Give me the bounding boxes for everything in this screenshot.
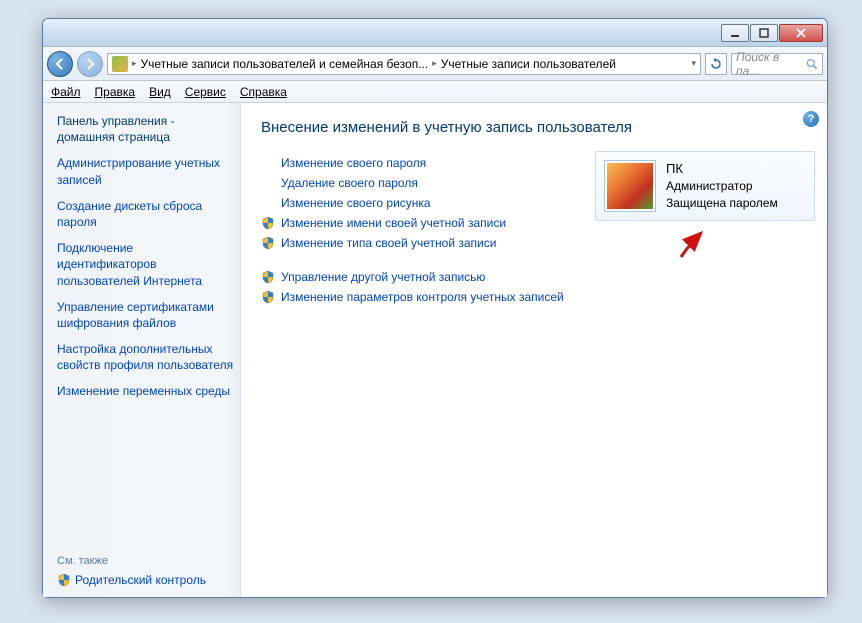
account-info: ПК Администратор Защищена паролем (666, 160, 778, 212)
titlebar (43, 19, 827, 47)
menu-bar: Файл Правка Вид Сервис Справка (43, 81, 827, 103)
avatar (604, 160, 656, 212)
sidebar-link[interactable]: Администрирование учетных записей (57, 155, 240, 187)
sidebar-link[interactable]: Создание дискеты сброса пароля (57, 198, 240, 230)
change-uac-settings-link[interactable]: Изменение параметров контроля учетных за… (281, 290, 564, 304)
help-button[interactable]: ? (803, 111, 819, 127)
main-panel: ? Внесение изменений в учетную запись по… (241, 103, 827, 597)
menu-file[interactable]: Файл (51, 85, 81, 99)
control-panel-home-link[interactable]: Панель управления - домашняя страница (57, 113, 240, 145)
parental-control-link[interactable]: Родительский контроль (57, 573, 240, 587)
search-input[interactable]: Поиск в па... (731, 53, 823, 75)
sidebar-link[interactable]: Настройка дополнительных свойств профиля… (57, 341, 240, 373)
shield-icon (261, 270, 275, 284)
shield-icon (261, 216, 275, 230)
avatar-image (607, 163, 653, 209)
page-title: Внесение изменений в учетную запись поль… (261, 119, 813, 136)
minimize-button[interactable] (721, 24, 749, 42)
navigation-bar: ▸ Учетные записи пользователей и семейна… (43, 47, 827, 81)
chevron-right-icon: ▸ (432, 58, 437, 69)
change-account-type-link[interactable]: Изменение типа своей учетной записи (281, 236, 496, 250)
maximize-button[interactable] (750, 24, 778, 42)
control-panel-window: ▸ Учетные записи пользователей и семейна… (42, 18, 828, 598)
sidebar-link[interactable]: Изменение переменных среды (57, 383, 240, 399)
account-role: Администратор (666, 178, 778, 195)
see-also-label: См. также (57, 555, 240, 567)
control-panel-icon (112, 56, 128, 72)
action-links-group-2: Управление другой учетной записью Измене… (261, 270, 813, 304)
refresh-button[interactable] (705, 53, 727, 75)
current-account-card[interactable]: ПК Администратор Защищена паролем (595, 151, 815, 221)
breadcrumb-segment[interactable]: Учетные записи пользователей (441, 57, 616, 71)
address-bar[interactable]: ▸ Учетные записи пользователей и семейна… (107, 53, 701, 75)
close-button[interactable] (779, 24, 823, 42)
account-name: ПК (666, 160, 778, 178)
action-link-row: Управление другой учетной записью (261, 270, 813, 284)
dropdown-icon[interactable]: ▾ (691, 58, 696, 69)
change-password-link[interactable]: Изменение своего пароля (281, 156, 426, 170)
sidebar-link[interactable]: Подключение идентификаторов пользователе… (57, 240, 240, 289)
menu-tools[interactable]: Сервис (185, 85, 226, 99)
sidebar: Панель управления - домашняя страница Ад… (43, 103, 241, 597)
search-icon (806, 58, 818, 70)
forward-button[interactable] (77, 51, 103, 77)
shield-icon (57, 573, 71, 587)
action-link-row: Изменение типа своей учетной записи (261, 236, 813, 250)
menu-edit[interactable]: Правка (95, 85, 136, 99)
search-placeholder: Поиск в па... (736, 50, 803, 78)
manage-other-account-link[interactable]: Управление другой учетной записью (281, 270, 485, 284)
menu-help[interactable]: Справка (240, 85, 287, 99)
change-account-name-link[interactable]: Изменение имени своей учетной записи (281, 216, 506, 230)
change-picture-link[interactable]: Изменение своего рисунка (281, 196, 431, 210)
menu-view[interactable]: Вид (149, 85, 171, 99)
sidebar-link[interactable]: Управление сертификатами шифрования файл… (57, 299, 240, 331)
remove-password-link[interactable]: Удаление своего пароля (281, 176, 418, 190)
shield-icon (261, 290, 275, 304)
breadcrumb-segment[interactable]: Учетные записи пользователей и семейная … (141, 57, 429, 71)
action-link-row: Изменение параметров контроля учетных за… (261, 290, 813, 304)
account-status: Защищена паролем (666, 195, 778, 212)
chevron-right-icon: ▸ (132, 58, 137, 69)
back-button[interactable] (47, 51, 73, 77)
shield-icon (261, 236, 275, 250)
